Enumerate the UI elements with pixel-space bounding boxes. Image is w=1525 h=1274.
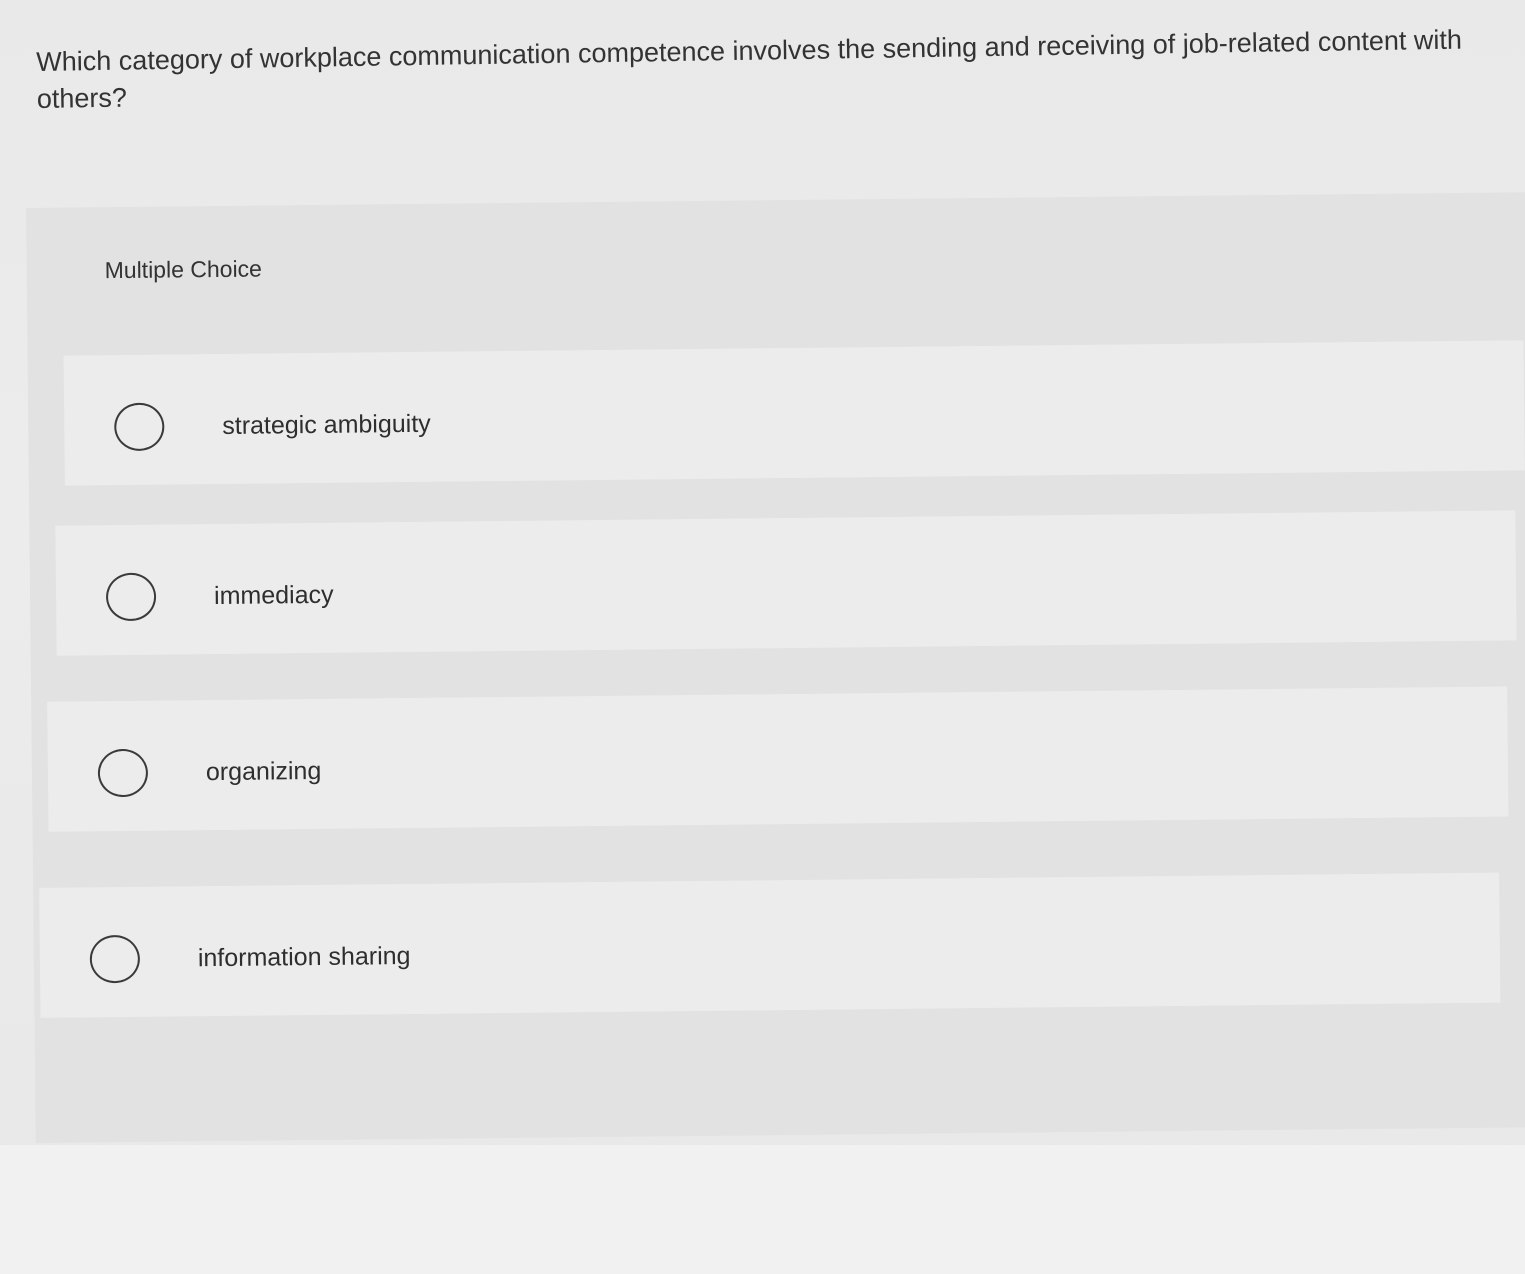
question-text: Which category of workplace communicatio… [36, 24, 1463, 114]
multiple-choice-panel: Multiple Choice strategic ambiguity imme… [26, 192, 1525, 1143]
radio-button[interactable] [105, 572, 157, 622]
option-label: organizing [205, 756, 322, 787]
page-footer-area [0, 1145, 1525, 1274]
option-row-strategic-ambiguity[interactable]: strategic ambiguity [63, 340, 1525, 486]
radio-button[interactable] [89, 934, 141, 984]
radio-button[interactable] [114, 402, 165, 452]
option-label: strategic ambiguity [222, 409, 431, 440]
radio-button[interactable] [97, 748, 149, 798]
question-type-label: Multiple Choice [104, 255, 263, 284]
option-row-immediacy[interactable]: immediacy [55, 510, 1517, 656]
option-label: information sharing [197, 942, 411, 973]
option-row-organizing[interactable]: organizing [47, 686, 1509, 832]
option-row-information-sharing[interactable]: information sharing [39, 872, 1501, 1018]
option-label: immediacy [213, 580, 334, 611]
